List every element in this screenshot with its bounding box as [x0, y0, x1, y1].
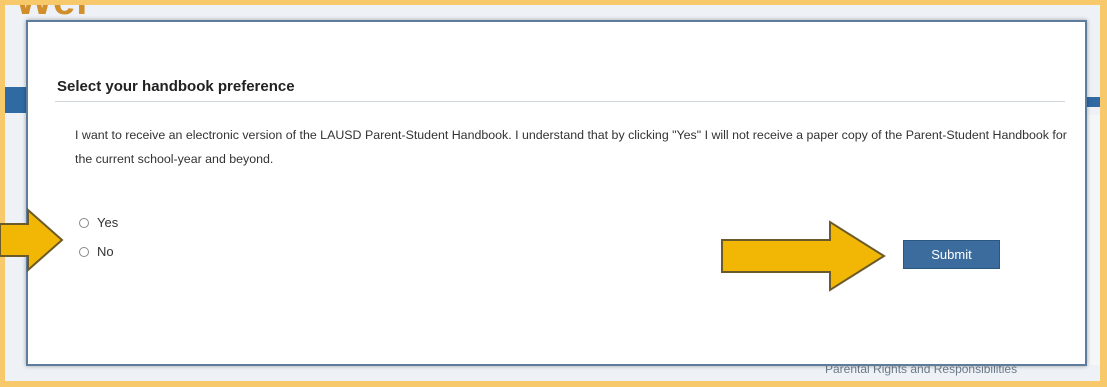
radio-no[interactable]: [79, 246, 89, 257]
radio-yes[interactable]: [79, 217, 89, 228]
dialog-description: I want to receive an electronic version …: [75, 128, 1067, 166]
submit-button[interactable]: Submit: [903, 240, 1000, 269]
title-divider: [55, 101, 1065, 102]
option-no[interactable]: No: [79, 244, 114, 259]
option-yes-label: Yes: [97, 215, 119, 230]
handbook-preference-dialog: Select your handbook preference I want t…: [26, 20, 1087, 366]
arrow-right-annotation-icon: [721, 220, 886, 292]
screenshot-frame: Wel Parental Rights and Responsibilities…: [0, 0, 1107, 387]
arrow-left-annotation-icon: [0, 207, 64, 273]
option-no-label: No: [97, 244, 114, 259]
dialog-title: Select your handbook preference: [57, 78, 295, 95]
option-yes[interactable]: Yes: [79, 215, 118, 230]
